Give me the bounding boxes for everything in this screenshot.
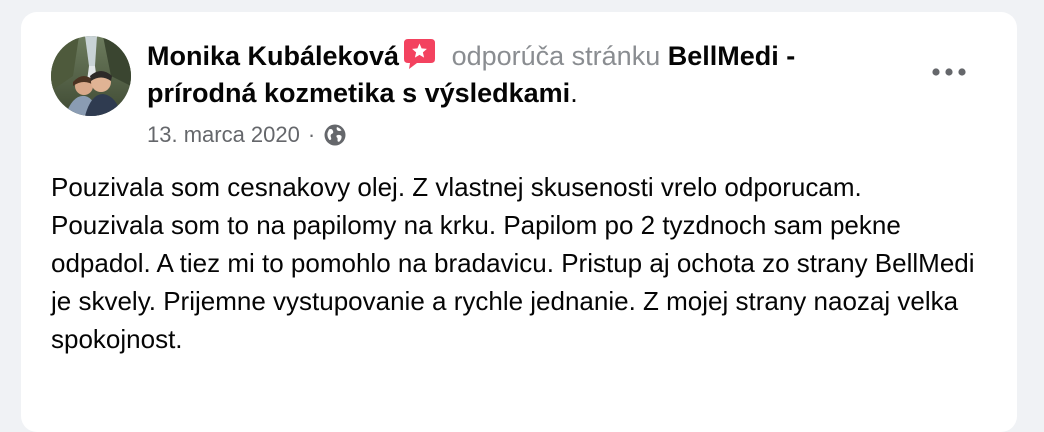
- more-options-icon[interactable]: [925, 52, 973, 92]
- recommend-verb: odporúča stránku: [444, 41, 668, 71]
- post-meta: 13. marca 2020 ·: [147, 121, 887, 149]
- headline-period: .: [570, 78, 578, 108]
- review-text: Pouzivala som cesnakovy olej. Z vlastnej…: [51, 172, 975, 354]
- meta-separator: ·: [307, 122, 316, 147]
- review-post-card: Monika Kubáleková odporúča stránku BellM…: [21, 12, 1017, 432]
- recommend-star-icon: [403, 38, 436, 70]
- post-header: Monika Kubáleková odporúča stránku BellM…: [147, 38, 887, 149]
- globe-icon[interactable]: [323, 123, 347, 147]
- author-name[interactable]: Monika Kubáleková: [147, 41, 399, 71]
- avatar-photo: [51, 36, 131, 116]
- post-headline: Monika Kubáleková odporúča stránku BellM…: [147, 38, 887, 112]
- avatar[interactable]: [51, 36, 131, 116]
- post-timestamp[interactable]: 13. marca 2020: [147, 121, 300, 149]
